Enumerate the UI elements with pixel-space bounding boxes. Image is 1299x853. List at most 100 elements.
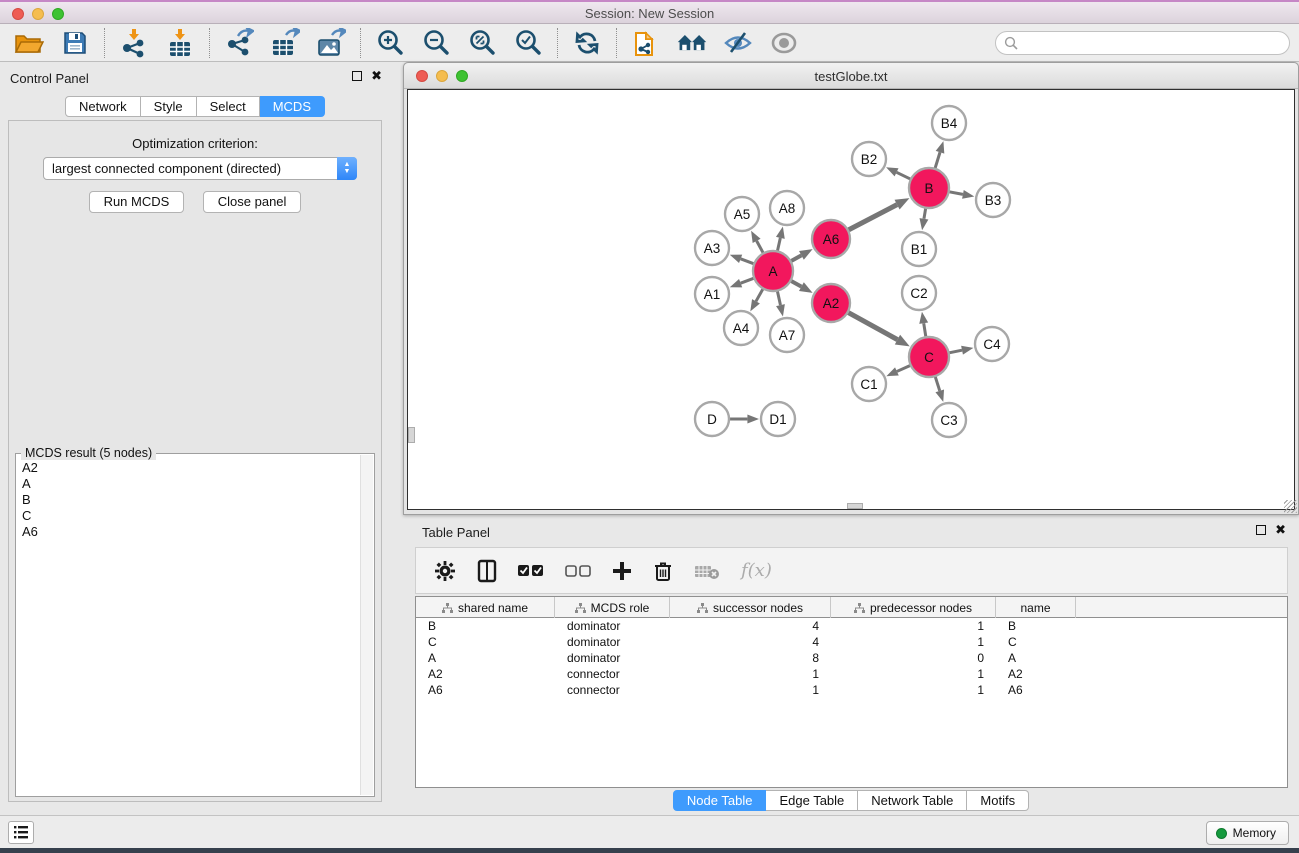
homes-icon[interactable] [676,28,708,58]
function-builder-icon[interactable]: f(x) [741,556,772,586]
eye-slash-icon[interactable] [722,28,754,58]
table-cell[interactable]: connector [555,682,670,698]
table-cell[interactable]: C [996,634,1076,650]
zoom-fit-icon[interactable] [466,28,498,58]
select-all-checks-icon[interactable] [518,556,544,586]
column-header-MCDS-role[interactable]: MCDS role [555,597,670,618]
save-icon[interactable] [59,28,91,58]
graph-node-A[interactable]: A [753,251,793,291]
column-header-predecessor-nodes[interactable]: predecessor nodes [831,597,996,618]
export-image-icon[interactable] [315,28,347,58]
optimization-criterion-dropdown[interactable]: largest connected component (directed) ▲… [43,157,357,180]
delete-column-icon[interactable] [653,556,673,586]
graph-edge-A-A2[interactable] [791,281,802,287]
close-table-panel-icon[interactable]: ✖ [1275,525,1286,535]
table-cell[interactable]: 1 [831,618,996,634]
tab-mcds[interactable]: MCDS [260,96,325,117]
refresh-icon[interactable] [571,28,603,58]
table-cell[interactable]: 1 [831,682,996,698]
result-scrollbar[interactable] [360,455,373,795]
graph-node-C2[interactable]: C2 [902,276,936,310]
eye-icon[interactable] [768,28,800,58]
tab-network[interactable]: Network [65,96,141,117]
tab-select[interactable]: Select [197,96,260,117]
graph-edge-A-A7[interactable] [777,291,780,306]
graph-edge-C-C2[interactable] [924,323,926,337]
column-header-successor-nodes[interactable]: successor nodes [670,597,831,618]
new-network-from-selection-icon[interactable] [630,28,662,58]
graph-node-A7[interactable]: A7 [770,318,804,352]
zoom-selected-icon[interactable] [512,28,544,58]
tab-node-table[interactable]: Node Table [673,790,767,811]
graph-node-A4[interactable]: A4 [724,311,758,345]
graph-node-C3[interactable]: C3 [932,403,966,437]
table-cell[interactable]: 8 [670,650,831,666]
vertical-scrollbar-stub[interactable] [408,427,415,443]
table-cell[interactable]: B [416,618,555,634]
graph-node-D[interactable]: D [695,402,729,436]
tab-style[interactable]: Style [141,96,197,117]
graph-node-B2[interactable]: B2 [852,142,886,176]
table-cell[interactable]: A2 [996,666,1076,682]
mcds-result-item[interactable]: A2 [22,460,356,476]
run-mcds-button[interactable]: Run MCDS [89,191,185,213]
graph-node-B1[interactable]: B1 [902,232,936,266]
table-cell[interactable]: A6 [996,682,1076,698]
toolbar-search[interactable] [995,31,1290,55]
graph-node-A3[interactable]: A3 [695,231,729,265]
graph-edge-C-C4[interactable] [949,350,962,353]
search-input[interactable] [1018,34,1289,52]
mcds-result-item[interactable]: C [22,508,356,524]
deselect-all-checks-icon[interactable] [565,556,591,586]
table-cell[interactable]: dominator [555,634,670,650]
graph-node-B4[interactable]: B4 [932,106,966,140]
graph-edge-A-A5[interactable] [757,241,764,254]
zoom-out-icon[interactable] [420,28,452,58]
table-cell[interactable]: 4 [670,618,831,634]
zoom-in-icon[interactable] [374,28,406,58]
tab-motifs[interactable]: Motifs [967,790,1029,811]
close-panel-icon[interactable]: ✖ [371,71,382,81]
graph-edge-C-C3[interactable] [935,376,940,391]
graph-edge-B-B3[interactable] [949,192,963,195]
graph-node-A8[interactable]: A8 [770,191,804,225]
graph-edge-A6-B[interactable] [848,205,897,231]
show-panels-button[interactable] [8,821,34,844]
graph-node-B[interactable]: B [909,168,949,208]
horizontal-scrollbar-stub[interactable] [847,503,863,509]
graph-edge-A-A8[interactable] [777,238,780,252]
float-table-panel-icon[interactable] [1256,525,1266,535]
graph-node-A6[interactable]: A6 [812,220,850,258]
import-network-icon[interactable] [118,28,150,58]
tab-edge-table[interactable]: Edge Table [766,790,858,811]
table-cell[interactable]: A [416,650,555,666]
graph-node-D1[interactable]: D1 [761,402,795,436]
export-table-icon[interactable] [269,28,301,58]
tab-network-table[interactable]: Network Table [858,790,967,811]
mcds-result-item[interactable]: A [22,476,356,492]
table-cell[interactable]: 4 [670,634,831,650]
table-cell[interactable]: A6 [416,682,555,698]
memory-button[interactable]: Memory [1206,821,1289,845]
graph-edge-A-A3[interactable] [741,259,755,264]
table-cell[interactable]: 1 [831,666,996,682]
graph-node-A2[interactable]: A2 [812,284,850,322]
graph-edge-A-A4[interactable] [756,288,763,301]
table-cell[interactable]: dominator [555,650,670,666]
graph-edge-B-B1[interactable] [924,208,926,219]
column-header-name[interactable]: name [996,597,1076,618]
network-window-titlebar[interactable]: testGlobe.txt [404,63,1298,89]
column-header-shared-name[interactable]: shared name [416,597,555,618]
table-cell[interactable]: 1 [670,682,831,698]
table-cell[interactable]: A [996,650,1076,666]
mcds-result-item[interactable]: B [22,492,356,508]
close-panel-button[interactable]: Close panel [203,191,302,213]
graph-edge-A-A1[interactable] [741,278,755,283]
table-cell[interactable]: B [996,618,1076,634]
table-cell[interactable]: 1 [670,666,831,682]
table-cell[interactable]: dominator [555,618,670,634]
graph-edge-A2-C[interactable] [848,312,898,339]
delete-table-icon[interactable] [694,556,720,586]
graph-edge-B-B4[interactable] [935,152,940,169]
graph-node-C[interactable]: C [909,337,949,377]
